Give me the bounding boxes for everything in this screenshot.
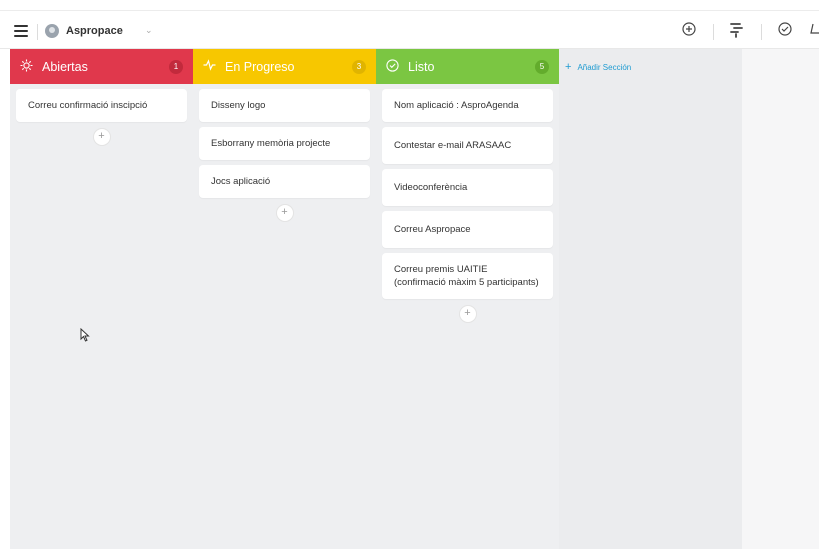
- board-empty-area: [742, 49, 819, 549]
- count-badge: 3: [352, 59, 366, 74]
- add-circle-icon[interactable]: [682, 22, 696, 39]
- toolbar-separator: [713, 24, 714, 40]
- add-section-button[interactable]: + Añadir Sección: [565, 61, 631, 73]
- add-card-button[interactable]: +: [459, 306, 476, 322]
- column-title: En Progreso: [225, 59, 295, 74]
- task-card[interactable]: Correu premis UAITIE (confirmació màxim …: [382, 253, 553, 299]
- toolbar-separator: [37, 24, 38, 40]
- column-header[interactable]: Abiertas 1: [10, 49, 193, 84]
- task-card[interactable]: Disseny logo: [199, 89, 370, 122]
- activity-icon: [203, 59, 219, 74]
- chevron-down-icon[interactable]: ⌄: [145, 25, 153, 36]
- column-abiertas: Abiertas 1 Correu confirmació inscipció …: [10, 49, 193, 549]
- project-name[interactable]: Aspropace: [66, 25, 123, 37]
- plus-icon: +: [565, 61, 572, 73]
- count-badge: 1: [169, 59, 183, 74]
- add-section-column: [559, 49, 742, 549]
- task-card[interactable]: Esborrany memòria projecte: [199, 127, 370, 160]
- add-card-button[interactable]: +: [276, 205, 293, 221]
- task-card[interactable]: Correu Aspropace: [382, 211, 553, 248]
- count-badge: 5: [535, 59, 549, 74]
- column-listo: Listo 5 Nom aplicació : AsproAgenda Cont…: [376, 49, 559, 549]
- menu-icon[interactable]: [14, 25, 28, 37]
- task-card[interactable]: Correu confirmació inscipció: [16, 89, 187, 122]
- column-header[interactable]: En Progreso 3: [193, 49, 376, 84]
- top-divider: [0, 10, 819, 11]
- column-en-progreso: En Progreso 3 Disseny logo Esborrany mem…: [193, 49, 376, 549]
- column-title: Listo: [408, 59, 435, 74]
- column-header[interactable]: Listo 5: [376, 49, 559, 84]
- add-section-label: Añadir Sección: [577, 63, 632, 72]
- task-card[interactable]: Contestar e-mail ARASAAC: [382, 127, 553, 164]
- task-card[interactable]: Videoconferència: [382, 169, 553, 206]
- add-card-button[interactable]: +: [93, 129, 110, 145]
- toolbar-separator: [761, 24, 762, 40]
- kanban-board: Abiertas 1 Correu confirmació inscipció …: [10, 49, 819, 549]
- column-title: Abiertas: [42, 59, 88, 74]
- check-circle-icon: [386, 58, 402, 75]
- project-avatar-icon: [45, 24, 59, 38]
- check-circle-icon[interactable]: [778, 22, 792, 39]
- top-bar: Aspropace ⌄: [0, 0, 819, 49]
- task-card[interactable]: Jocs aplicació: [199, 165, 370, 198]
- task-card[interactable]: Nom aplicació : AsproAgenda: [382, 89, 553, 122]
- filter-icon[interactable]: [730, 22, 744, 41]
- notification-icon[interactable]: [810, 22, 819, 39]
- sun-icon: [20, 59, 36, 75]
